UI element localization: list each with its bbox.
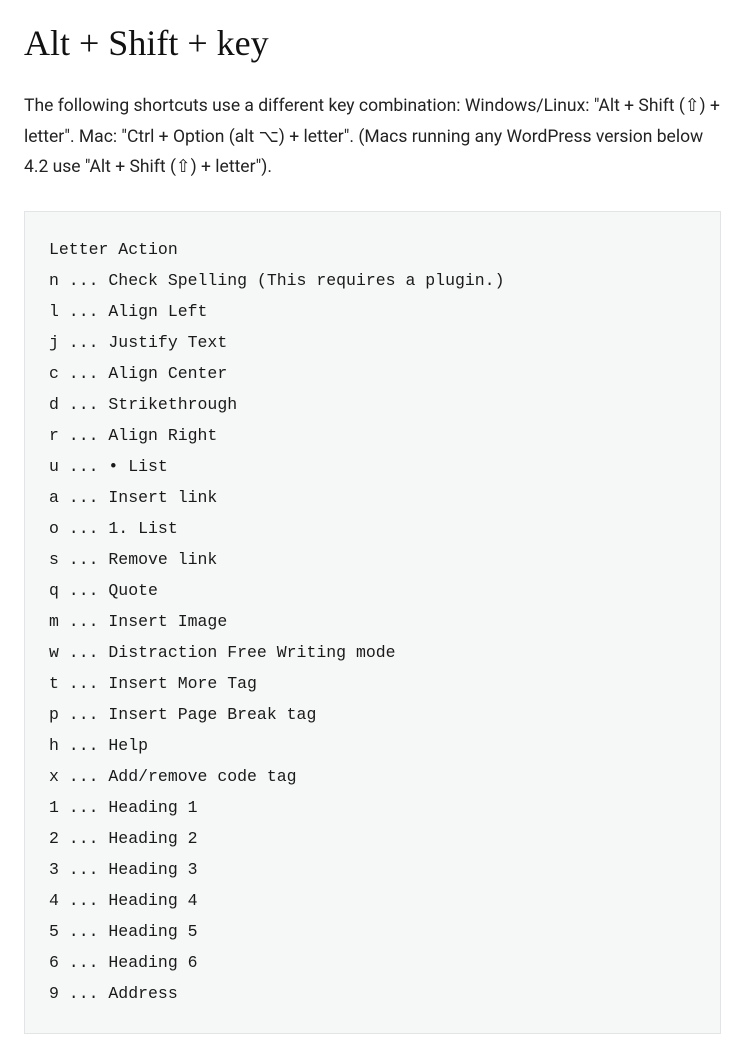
page-description: The following shortcuts use a different … (24, 91, 721, 183)
page-title: Alt + Shift + key (24, 22, 721, 65)
shortcut-code-block: Letter Action n ... Check Spelling (This… (24, 211, 721, 1034)
